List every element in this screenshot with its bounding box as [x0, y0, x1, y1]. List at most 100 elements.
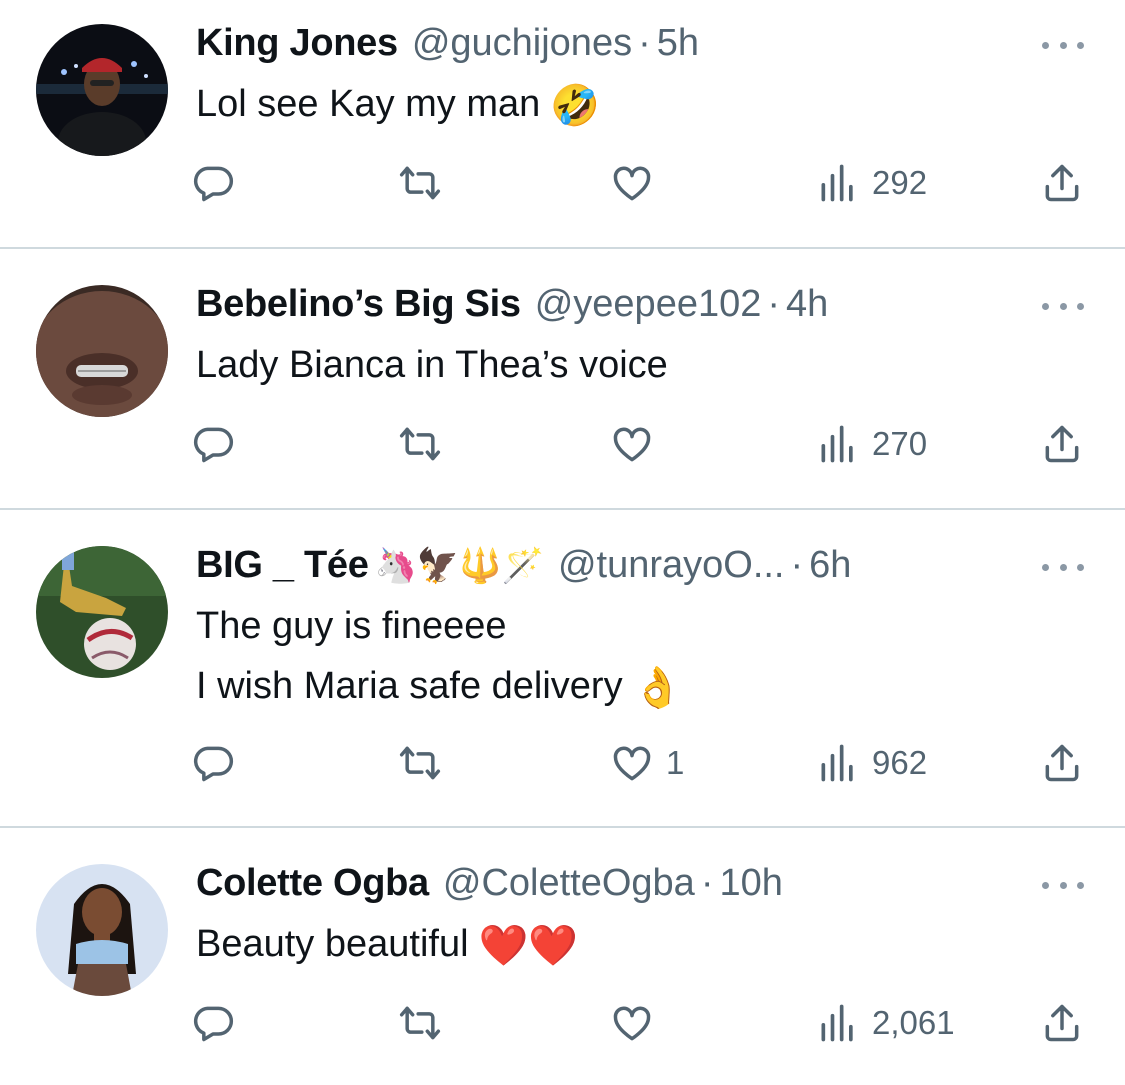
- avatar[interactable]: [36, 864, 168, 996]
- tweet-text: Beauty beautiful ❤️❤️: [196, 914, 578, 976]
- like-icon: [613, 427, 651, 462]
- like-button[interactable]: [610, 998, 666, 1048]
- like-icon: [613, 1006, 651, 1041]
- views-button[interactable]: 270: [816, 419, 927, 469]
- retweet-icon: [399, 427, 441, 461]
- more-options-button[interactable]: [1038, 291, 1088, 321]
- action-bar: 292: [0, 158, 1125, 208]
- author-handle[interactable]: @tunrayoO...: [558, 540, 785, 590]
- share-button[interactable]: [1040, 158, 1084, 208]
- tweet[interactable]: BIG _ Tée 🦄🦅🔱🪄 @tunrayoO... · 6h The guy…: [0, 510, 1125, 827]
- views-button[interactable]: 962: [816, 738, 927, 788]
- share-icon: [1045, 744, 1079, 782]
- retweet-button[interactable]: [398, 998, 454, 1048]
- tweet-line: Lol see Kay my man: [196, 83, 541, 125]
- reply-icon: [193, 166, 234, 202]
- ok-hand-emoji: 👌: [632, 665, 683, 710]
- tweet-time[interactable]: 10h: [719, 858, 782, 908]
- retweet-button[interactable]: [398, 158, 454, 208]
- tweet-line: The guy is fineeee: [196, 605, 507, 647]
- reply-button[interactable]: [191, 998, 247, 1048]
- like-button[interactable]: 1: [610, 738, 684, 788]
- view-count: 270: [872, 425, 928, 462]
- share-icon: [1045, 1004, 1079, 1042]
- share-button[interactable]: [1040, 738, 1084, 788]
- avatar-image: [36, 285, 168, 417]
- like-icon: [613, 746, 651, 781]
- views-button[interactable]: 2,061: [816, 998, 955, 1048]
- tweet[interactable]: King Jones @guchijones · 5h Lol see Kay …: [0, 0, 1125, 248]
- tweet-header: Colette Ogba @ColetteOgba · 10h: [196, 858, 783, 908]
- action-bar: 2,061: [0, 998, 1125, 1048]
- author-name[interactable]: Colette Ogba: [196, 858, 429, 908]
- like-icon: [613, 166, 651, 201]
- separator-dot: ·: [700, 862, 714, 904]
- views-icon: [821, 1004, 853, 1042]
- more-icon: [1042, 41, 1049, 49]
- reply-icon: [193, 746, 234, 782]
- more-icon: [1042, 302, 1049, 310]
- more-icon: [1042, 563, 1049, 571]
- view-count: 2,061: [872, 1004, 955, 1041]
- reply-icon: [193, 1006, 234, 1042]
- more-options-button[interactable]: [1038, 30, 1088, 60]
- share-button[interactable]: [1040, 419, 1084, 469]
- separator-dot: ·: [790, 544, 804, 586]
- like-button[interactable]: [610, 419, 666, 469]
- author-handle[interactable]: @guchijones: [412, 18, 632, 68]
- tweet-line: Lady Bianca in Thea’s voice: [196, 344, 668, 386]
- tweet[interactable]: Colette Ogba @ColetteOgba · 10h Beauty b…: [0, 828, 1125, 1085]
- avatar[interactable]: [36, 24, 168, 156]
- separator-dot: ·: [767, 283, 781, 325]
- author-name[interactable]: Bebelino’s Big Sis: [196, 279, 521, 329]
- tweet-header: Bebelino’s Big Sis @yeepee102 · 4h: [196, 279, 828, 329]
- share-icon: [1045, 164, 1079, 202]
- reply-button[interactable]: [191, 158, 247, 208]
- retweet-icon: [399, 166, 441, 200]
- reply-button[interactable]: [191, 419, 247, 469]
- avatar[interactable]: [36, 285, 168, 417]
- tweet-text: The guy is fineeee I wish Maria safe del…: [196, 596, 682, 718]
- like-button[interactable]: [610, 158, 666, 208]
- views-button[interactable]: 292: [816, 158, 927, 208]
- retweet-icon: [399, 746, 441, 780]
- separator-dot: ·: [638, 22, 651, 64]
- avatar[interactable]: [36, 546, 168, 678]
- share-icon: [1045, 425, 1079, 463]
- author-name[interactable]: BIG _ Tée: [196, 540, 369, 590]
- name-emojis: 🦄🦅🔱🪄: [374, 547, 544, 585]
- tweet[interactable]: Bebelino’s Big Sis @yeepee102 · 4h Lady …: [0, 249, 1125, 509]
- more-options-button[interactable]: [1038, 552, 1088, 582]
- tweet-text: Lol see Kay my man 🤣: [196, 74, 600, 136]
- tweet-time[interactable]: 4h: [786, 279, 828, 329]
- tweet-time[interactable]: 6h: [809, 540, 851, 590]
- avatar-image: [36, 864, 168, 996]
- tweet-line: I wish Maria safe delivery: [196, 665, 623, 707]
- avatar-image: [36, 24, 168, 156]
- more-options-button[interactable]: [1038, 870, 1088, 900]
- action-bar: 1 962: [0, 738, 1125, 788]
- author-handle[interactable]: @yeepee102: [535, 279, 762, 329]
- tweet-header: BIG _ Tée 🦄🦅🔱🪄 @tunrayoO... · 6h: [196, 540, 851, 590]
- reply-button[interactable]: [191, 738, 247, 788]
- action-bar: 270: [0, 419, 1125, 469]
- retweet-button[interactable]: [398, 738, 454, 788]
- tweet-header: King Jones @guchijones · 5h: [196, 18, 699, 68]
- retweet-icon: [399, 1006, 441, 1040]
- reply-icon: [193, 427, 234, 463]
- views-icon: [821, 425, 853, 463]
- retweet-button[interactable]: [398, 419, 454, 469]
- view-count: 292: [872, 164, 928, 201]
- rofl-emoji: 🤣: [550, 83, 601, 128]
- views-icon: [821, 164, 853, 202]
- like-count: 1: [666, 744, 685, 781]
- author-handle[interactable]: @ColetteOgba: [443, 858, 695, 908]
- share-button[interactable]: [1040, 998, 1084, 1048]
- views-icon: [821, 744, 853, 782]
- tweet-text: Lady Bianca in Thea’s voice: [196, 335, 668, 395]
- more-icon: [1042, 881, 1049, 889]
- view-count: 962: [872, 744, 928, 781]
- avatar-image: [36, 546, 168, 678]
- author-name[interactable]: King Jones: [196, 18, 398, 68]
- tweet-time[interactable]: 5h: [657, 18, 699, 68]
